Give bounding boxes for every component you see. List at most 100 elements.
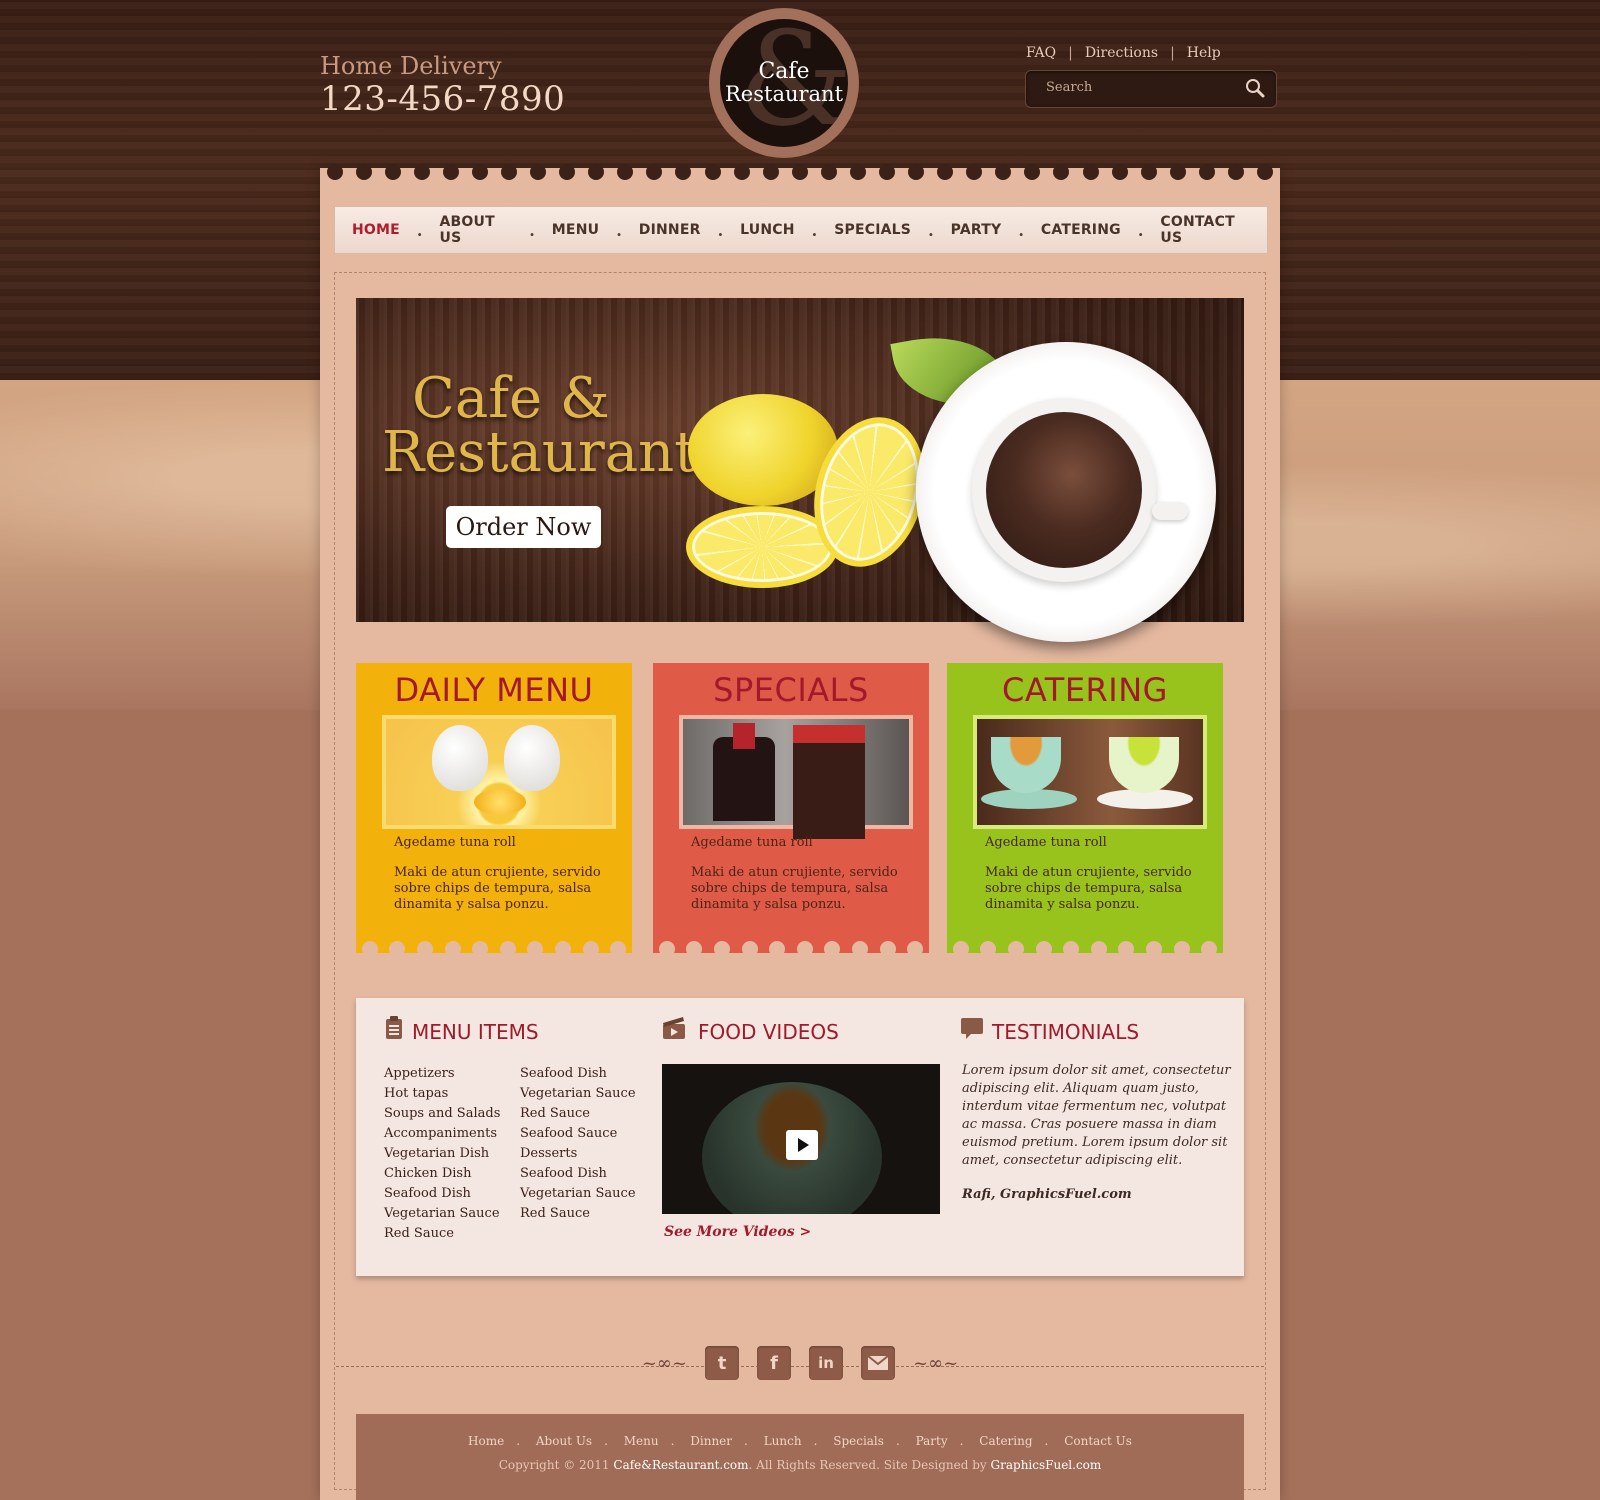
- card-text: Agedame tuna roll Maki de atun crujiente…: [394, 835, 609, 913]
- eggshell: [432, 725, 488, 791]
- card-description: Maki de atun crujiente, servido sobre ch…: [394, 865, 601, 912]
- card-title: DAILY MENU: [394, 671, 594, 709]
- video-player[interactable]: [662, 1064, 940, 1214]
- menu-link[interactable]: Red Sauce: [520, 1104, 636, 1124]
- menu-link[interactable]: Appetizers: [384, 1064, 500, 1084]
- paper-punch-holes: [320, 164, 1280, 184]
- footer-links: Home. About Us. Menu. Dinner. Lunch. Spe…: [468, 1434, 1132, 1448]
- footer-link-contact-us[interactable]: Contact Us: [1064, 1434, 1132, 1448]
- cup: [972, 398, 1156, 582]
- card-item-name: Agedame tuna roll: [985, 835, 1107, 850]
- card-description: Maki de atun crujiente, servido sobre ch…: [691, 865, 898, 912]
- testimonial-quote: Lorem ipsum dolor sit amet, consectetur …: [962, 1063, 1231, 1168]
- coffee-cup-image: [916, 342, 1216, 642]
- card-item-name: Agedame tuna roll: [691, 835, 813, 850]
- nav-about-us[interactable]: ABOUT US: [423, 214, 530, 246]
- cup-handle: [1152, 502, 1188, 520]
- email-icon[interactable]: [861, 1346, 895, 1380]
- facebook-icon[interactable]: f: [757, 1346, 791, 1380]
- linkedin-icon[interactable]: in: [809, 1346, 843, 1380]
- top-links: FAQ | Directions | Help: [1026, 45, 1221, 61]
- card-description: Maki de atun crujiente, servido sobre ch…: [985, 865, 1192, 912]
- copyright: Copyright © 2011 Cafe&Restaurant.com. Al…: [356, 1458, 1244, 1472]
- menu-link[interactable]: Vegetarian Sauce: [520, 1084, 636, 1104]
- delivery-phone: 123-456-7890: [320, 79, 566, 119]
- daily-menu-card[interactable]: DAILY MENU Agedame tuna roll Maki de atu…: [356, 663, 632, 957]
- footer: Home. About Us. Menu. Dinner. Lunch. Spe…: [356, 1414, 1244, 1500]
- faq-link[interactable]: FAQ: [1026, 45, 1056, 61]
- menu-link[interactable]: Chicken Dish: [384, 1164, 500, 1184]
- speech-bubble-icon: [961, 1018, 983, 1039]
- hero-banner: Cafe & Restaurant Order Now: [356, 298, 1244, 642]
- bottle: [713, 723, 775, 821]
- hero-title-line2: Restaurant: [382, 420, 697, 485]
- footer-link-catering[interactable]: Catering: [979, 1434, 1032, 1448]
- coffee: [986, 412, 1142, 568]
- catering-card[interactable]: CATERING Agedame tuna roll Maki de atun …: [947, 663, 1223, 957]
- info-panel: MENU ITEMS Appetizers Hot tapas Soups an…: [356, 998, 1244, 1276]
- logo-text-restaurant: Restaurant: [724, 82, 844, 106]
- footer-link-about-us[interactable]: About Us: [536, 1434, 592, 1448]
- menu-link[interactable]: Seafood Sauce: [520, 1124, 636, 1144]
- clipboard-icon: [386, 1016, 402, 1039]
- card-scallop-edge: [356, 941, 632, 957]
- menu-link[interactable]: Seafood Dish: [520, 1164, 636, 1184]
- footer-link-menu[interactable]: Menu: [624, 1434, 659, 1448]
- order-now-button[interactable]: Order Now: [446, 506, 601, 548]
- menu-link[interactable]: Red Sauce: [384, 1224, 500, 1244]
- menu-link[interactable]: Desserts: [520, 1144, 636, 1164]
- menu-link[interactable]: Red Sauce: [520, 1204, 636, 1224]
- main-paper: HOME. ABOUT US. MENU. DINNER. LUNCH. SPE…: [320, 164, 1280, 1500]
- card-scallop-edge: [947, 941, 1223, 957]
- menu-link[interactable]: Vegetarian Sauce: [384, 1204, 500, 1224]
- designer-link[interactable]: GraphicsFuel.com: [991, 1458, 1102, 1472]
- site-logo[interactable]: & Cafe Restaurant: [709, 8, 859, 158]
- specials-card[interactable]: SPECIALS Agedame tuna roll Maki de atun …: [653, 663, 929, 957]
- menu-items-title: MENU ITEMS: [412, 1020, 539, 1044]
- menu-link[interactable]: Seafood Dish: [384, 1184, 500, 1204]
- nav-catering[interactable]: CATERING: [1024, 222, 1138, 238]
- logo-badge: & Cafe Restaurant: [720, 19, 848, 147]
- menu-link[interactable]: Hot tapas: [384, 1084, 500, 1104]
- social-icons: ~∞~ t f in ~∞~: [320, 1346, 1280, 1380]
- nav-specials[interactable]: SPECIALS: [817, 222, 928, 238]
- menu-link[interactable]: Vegetarian Sauce: [520, 1184, 636, 1204]
- twitter-icon[interactable]: t: [705, 1346, 739, 1380]
- nav-lunch[interactable]: LUNCH: [723, 222, 812, 238]
- site-name-link[interactable]: Cafe&Restaurant.com: [613, 1458, 748, 1472]
- help-link[interactable]: Help: [1187, 45, 1221, 61]
- footer-link-specials[interactable]: Specials: [833, 1434, 884, 1448]
- nav-contact-us[interactable]: CONTACT US: [1143, 214, 1267, 246]
- footer-link-home[interactable]: Home: [468, 1434, 504, 1448]
- footer-link-dinner[interactable]: Dinner: [690, 1434, 732, 1448]
- search-box: [1025, 70, 1277, 108]
- footer-link-lunch[interactable]: Lunch: [764, 1434, 802, 1448]
- nav-menu[interactable]: MENU: [535, 222, 616, 238]
- search-icon[interactable]: [1244, 77, 1266, 99]
- testimonials-title: TESTIMONIALS: [992, 1020, 1140, 1044]
- nav-home[interactable]: HOME: [335, 222, 417, 238]
- menu-list-column-2: Seafood Dish Vegetarian Sauce Red Sauce …: [520, 1064, 636, 1224]
- search-input[interactable]: [1044, 79, 1238, 96]
- video-camera-icon: [663, 1017, 685, 1039]
- copyright-prefix: Copyright © 2011: [498, 1458, 610, 1472]
- menu-link[interactable]: Vegetarian Dish: [384, 1144, 500, 1164]
- menu-link[interactable]: Accompaniments: [384, 1124, 500, 1144]
- testimonial: Lorem ipsum dolor sit amet, consectetur …: [962, 1062, 1232, 1204]
- play-icon[interactable]: [786, 1130, 818, 1160]
- eggshell: [504, 725, 560, 791]
- nav-dinner[interactable]: DINNER: [622, 222, 718, 238]
- card-text: Agedame tuna roll Maki de atun crujiente…: [985, 835, 1200, 913]
- menu-link[interactable]: Soups and Salads: [384, 1104, 500, 1124]
- nav-party[interactable]: PARTY: [934, 222, 1019, 238]
- directions-link[interactable]: Directions: [1085, 45, 1158, 61]
- home-delivery: Home Delivery 123-456-7890: [320, 52, 565, 118]
- card-text: Agedame tuna roll Maki de atun crujiente…: [691, 835, 906, 913]
- card-item-name: Agedame tuna roll: [394, 835, 516, 850]
- tea-cups-image: [973, 715, 1207, 829]
- menu-link[interactable]: Seafood Dish: [520, 1064, 636, 1084]
- see-more-videos-link[interactable]: See More Videos >: [664, 1224, 811, 1240]
- copyright-rights: . All Rights Reserved. Site Designed by: [748, 1458, 987, 1472]
- teacup: [991, 737, 1061, 793]
- footer-link-party[interactable]: Party: [916, 1434, 948, 1448]
